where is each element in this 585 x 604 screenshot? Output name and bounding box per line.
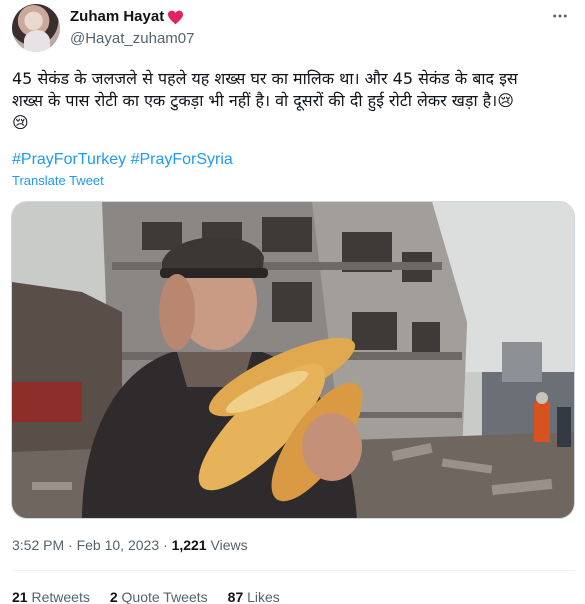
red-heart-icon [168,10,184,24]
display-name-text[interactable]: Zuham Hayat [70,7,164,27]
tweet-meta: 3:52 PM · Feb 10, 2023 · 1,221 Views [12,536,248,554]
retweets-label: Retweets [31,589,90,604]
meta-separator: · [68,537,73,553]
tweet-date[interactable]: Feb 10, 2023 [77,537,160,553]
divider [12,570,575,571]
more-dots-icon[interactable] [549,6,571,26]
author-names: Zuham Hayat @Hayat_zuham07 [70,7,194,49]
translate-tweet-link[interactable]: Translate Tweet [12,172,104,190]
quotes-label: Quote Tweets [121,589,208,604]
tweet-text-line-3: 😢 [12,113,29,132]
meta-separator: · [163,537,168,553]
retweets-stat[interactable]: 21 Retweets [12,588,90,604]
handle[interactable]: @Hayat_zuham07 [70,29,194,49]
tweet-photo[interactable] [11,201,575,519]
tweet-time[interactable]: 3:52 PM [12,537,64,553]
tweet-text-line-2: शख्स के पास रोटी का एक टुकड़ा भी नहीं है… [12,91,514,110]
likes-count: 87 [227,589,244,604]
tweet-stats: 21 Retweets 2 Quote Tweets 87 Likes [12,588,280,604]
tweet-text: 45 सेकंड के जलजले से पहले यह शख्स घर का … [12,68,572,134]
tweet-header: Zuham Hayat @Hayat_zuham07 [12,4,575,54]
tweet-text-line-1: 45 सेकंड के जलजले से पहले यह शख्स घर का … [12,69,518,88]
earthquake-photo-illustration [12,202,574,518]
likes-stat[interactable]: 87 Likes [228,588,280,604]
quotes-count: 2 [109,589,118,604]
hashtag-pray-for-turkey[interactable]: #PrayForTurkey [12,151,126,168]
quote-tweets-stat[interactable]: 2 Quote Tweets [110,588,208,604]
views-label: Views [210,537,248,553]
retweets-count: 21 [12,589,28,604]
display-name[interactable]: Zuham Hayat [70,7,194,27]
avatar[interactable] [12,4,60,52]
likes-label: Likes [247,589,280,604]
views-count: 1,221 [171,537,207,553]
hashtag-pray-for-syria[interactable]: #PrayForSyria [131,151,233,168]
hashtags: #PrayForTurkey #PrayForSyria [12,149,233,171]
